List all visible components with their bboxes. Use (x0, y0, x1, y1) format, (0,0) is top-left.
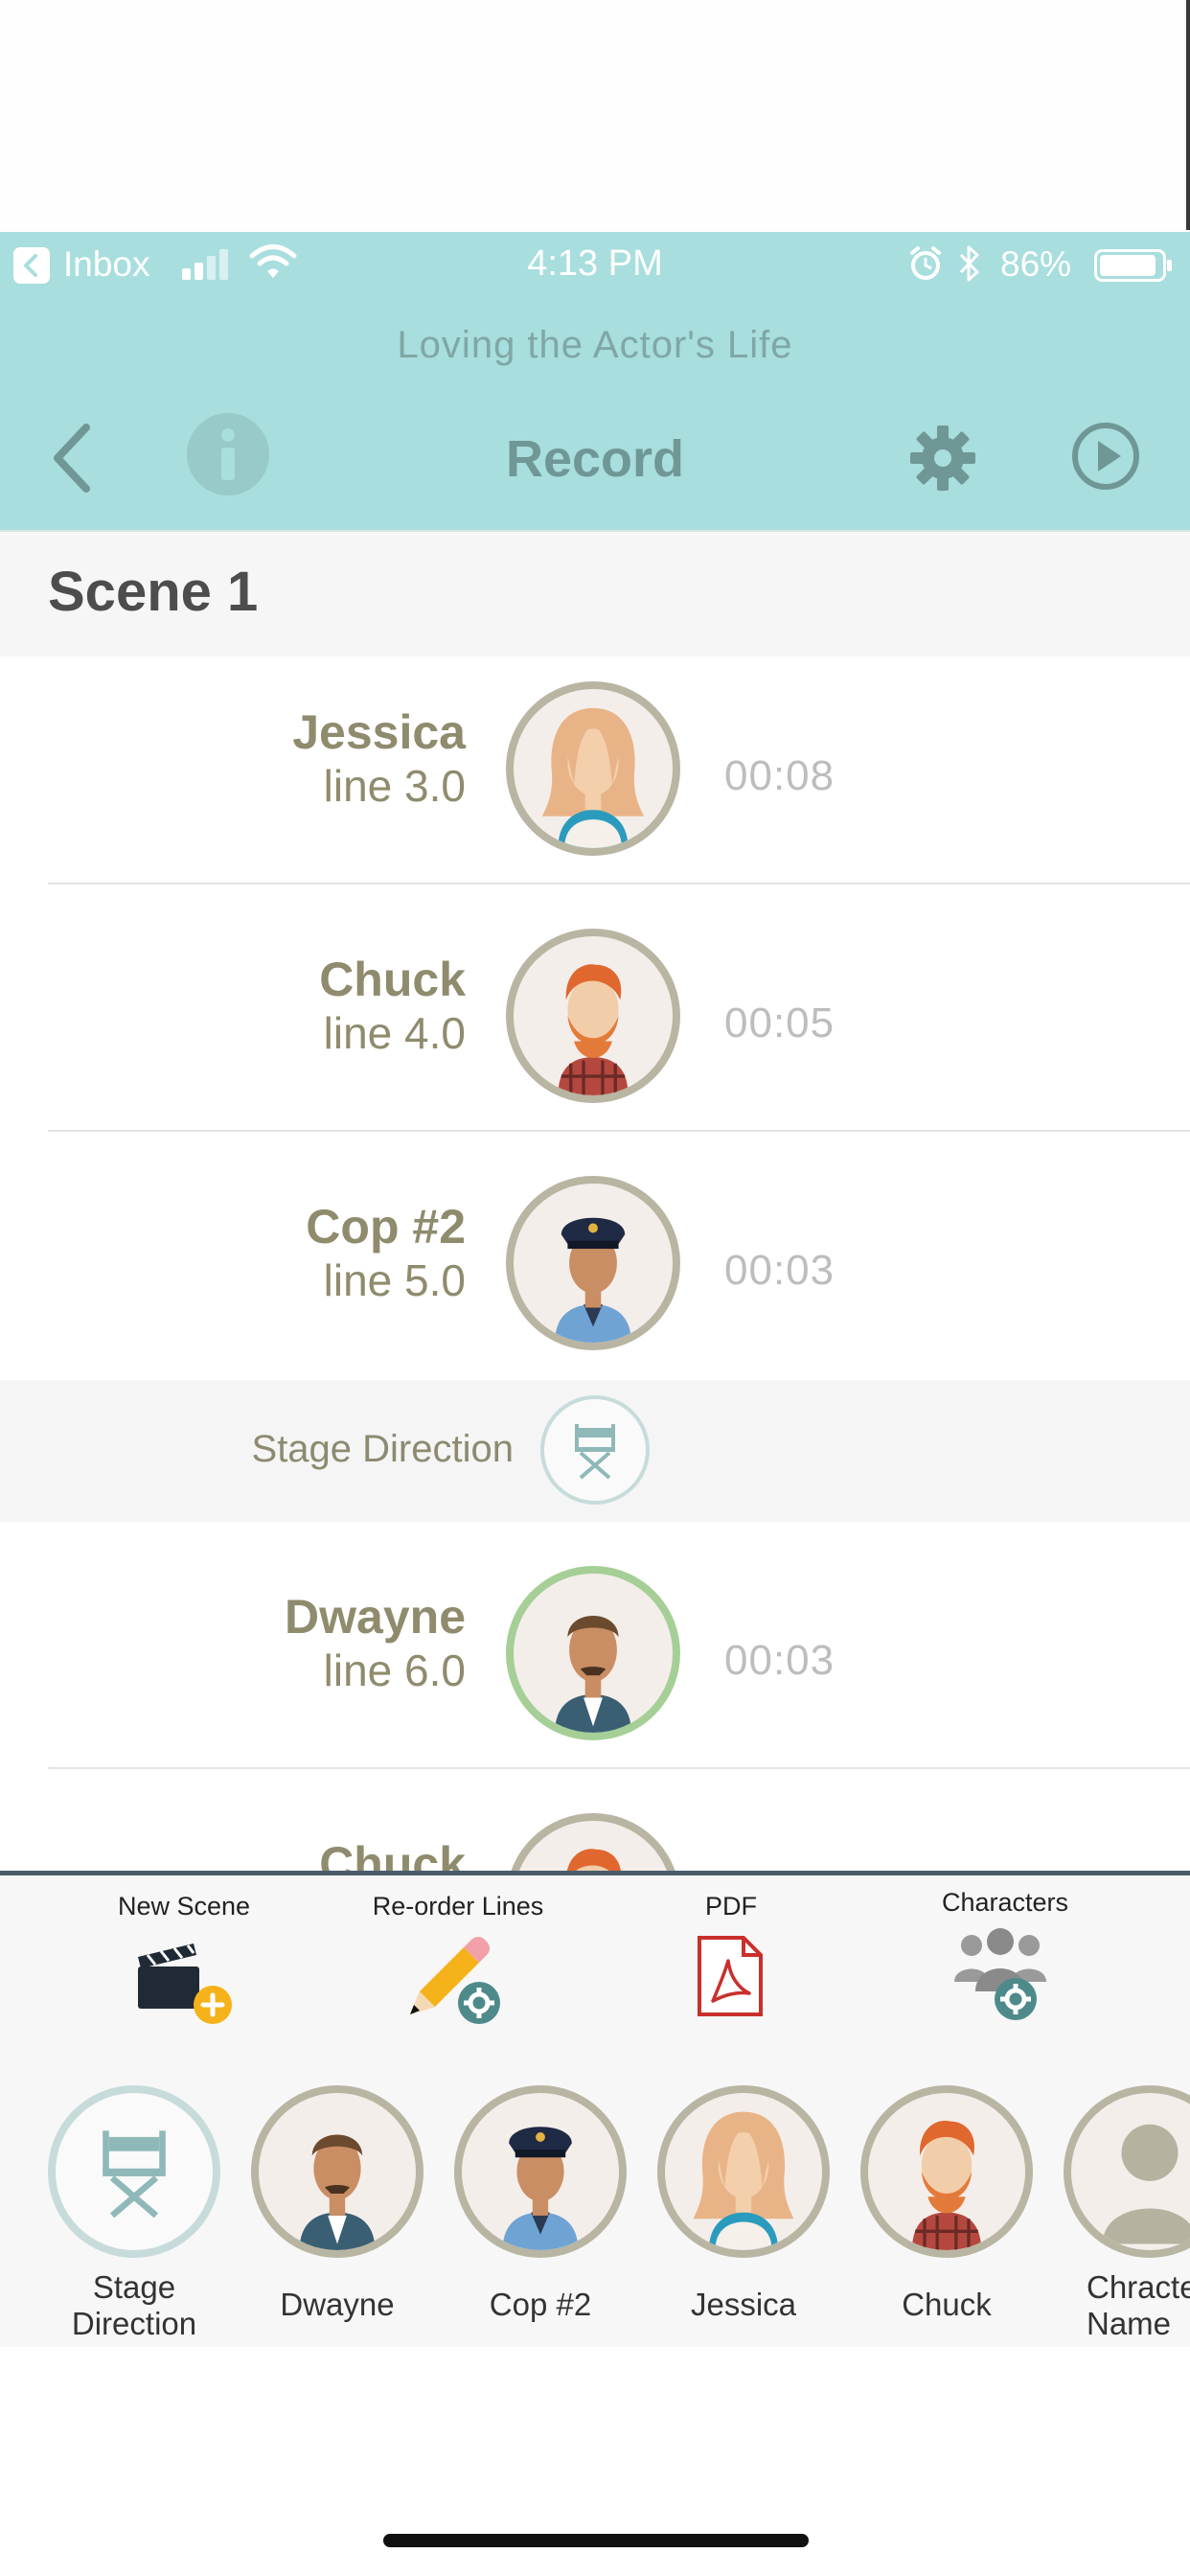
character-name: Cop #2 (306, 1200, 466, 1254)
stage-direction-label: Stage Direction (251, 1428, 514, 1470)
chuck-avatar-icon (911, 2120, 982, 2250)
characters-settings-icon[interactable] (950, 1922, 1050, 2022)
line-row-text: Jessica line 3.0 (192, 704, 466, 839)
character-name: Chuck (319, 1837, 466, 1871)
cop-avatar-icon (506, 1176, 680, 1350)
cop-2-cast-button[interactable] (454, 2085, 627, 2258)
pdf-icon[interactable] (696, 1934, 765, 2018)
line-row-cop-2[interactable]: Cop #2 line 5.0 00:03 (0, 1132, 1190, 1380)
scene-title: Scene 1 (48, 561, 259, 623)
character-name: Jessica (292, 705, 466, 759)
characters-label[interactable]: Characters (895, 1888, 1115, 1918)
new-scene-label[interactable]: New Scene (74, 1892, 294, 1921)
jessica-avatar-icon (506, 681, 680, 856)
line-row-text: Dwayne line 6.0 (192, 1589, 466, 1723)
dwayne-avatar-icon (506, 1566, 680, 1740)
stage-direction-cast-button[interactable] (48, 2085, 220, 2258)
line-row-text: Cop #2 line 5.0 (192, 1199, 466, 1333)
gear-icon[interactable] (908, 424, 977, 493)
chuck-avatar-icon (506, 929, 680, 1103)
chuck-avatar-icon (506, 1813, 680, 1871)
play-button[interactable] (1071, 422, 1140, 491)
jessica-cast-button[interactable] (657, 2085, 830, 2258)
line-number: line 5.0 (323, 1255, 466, 1305)
top-blank-area (0, 0, 1190, 232)
line-duration: 00:03 (724, 1247, 835, 1294)
jessica-avatar-icon (693, 2111, 794, 2250)
line-row-dwayne[interactable]: Dwayne line 6.0 00:03 (0, 1522, 1190, 1769)
chuck-cast-button[interactable] (860, 2085, 1033, 2258)
line-number: line 4.0 (323, 1008, 466, 1058)
project-subtitle: Loving the Actor's Life (397, 324, 793, 366)
cast-label: Dwayne (280, 2287, 395, 2322)
pdf-label[interactable]: PDF (621, 1892, 841, 1921)
line-row-text: Chuck line 4.0 (192, 952, 466, 1086)
line-row-jessica[interactable]: Jessica line 3.0 00:08 (0, 656, 1190, 885)
character-name: Dwayne (285, 1590, 466, 1644)
battery-icon (1094, 249, 1173, 282)
character-name: Chuck (319, 953, 466, 1006)
line-duration: 00:08 (724, 752, 835, 799)
pencil-settings-icon[interactable] (402, 1928, 510, 2030)
line-number: line 3.0 (323, 761, 466, 811)
director-chair-icon (103, 2130, 166, 2219)
cast-label-line: Chracte (1087, 2269, 1190, 2305)
cast-label: Chracte Name (1054, 2269, 1190, 2342)
cast-label: Cop #2 (489, 2287, 592, 2322)
reorder-lines-label[interactable]: Re-order Lines (348, 1892, 568, 1921)
page-title: Record (505, 430, 685, 488)
alarm-icon (908, 245, 943, 282)
line-row-text: Chuck (192, 1836, 466, 1871)
dwayne-avatar-icon (299, 2134, 376, 2250)
screen-edge (1186, 0, 1190, 230)
person-placeholder-icon (1102, 2124, 1190, 2244)
line-row-chuck[interactable]: Chuck line 4.0 00:05 (0, 885, 1190, 1132)
line-row-chuck-partial[interactable]: Chuck (0, 1769, 1190, 1871)
bluetooth-icon (958, 243, 981, 284)
line-duration: 00:03 (724, 1637, 835, 1684)
cop-avatar-icon (502, 2127, 579, 2250)
cast-label-line: Name (1087, 2306, 1172, 2341)
home-indicator[interactable] (383, 2534, 809, 2547)
cast-label-line: Direction (71, 2306, 197, 2341)
director-chair-icon (540, 1395, 650, 1505)
cast-label: Stage Direction (38, 2269, 230, 2342)
cast-label: Chuck (902, 2287, 992, 2322)
clapperboard-add-icon[interactable] (134, 1928, 240, 2028)
battery-percentage: 86% (1000, 244, 1072, 284)
cast-label-line: Stage (92, 2269, 176, 2305)
line-number: line 6.0 (323, 1645, 466, 1695)
line-duration: 00:05 (724, 1000, 835, 1046)
dwayne-cast-button[interactable] (251, 2085, 423, 2258)
cast-label: Jessica (690, 2287, 797, 2322)
